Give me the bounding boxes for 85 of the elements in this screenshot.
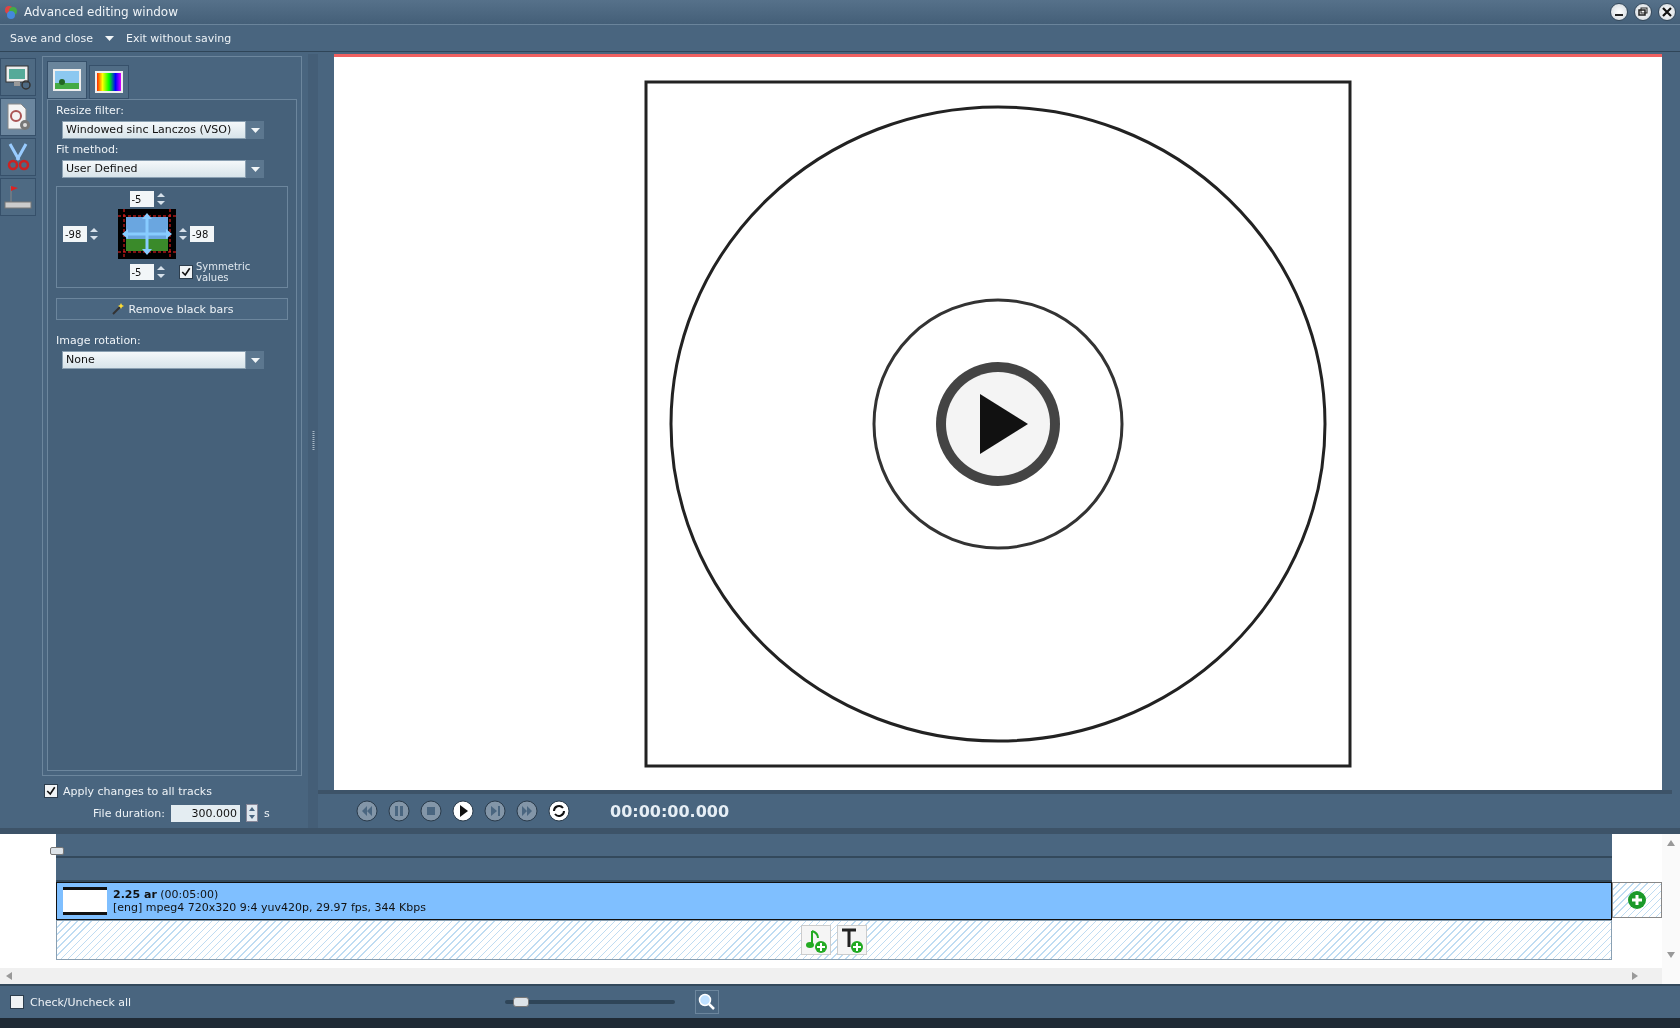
play-button[interactable] <box>450 798 476 824</box>
track-info: [eng] mpeg4 720x320 9:4 yuv420p, 29.97 fps, 344 Kbps <box>113 901 426 914</box>
menu-item[interactable]: Exit without saving <box>124 29 234 47</box>
restore-button[interactable] <box>1634 3 1652 21</box>
scroll-left-icon[interactable] <box>6 972 12 980</box>
dropdown-caret-icon <box>105 35 115 41</box>
zoom-button[interactable] <box>695 990 719 1014</box>
fast-forward-icon <box>515 799 539 823</box>
dropdown-arrow-icon <box>250 357 260 363</box>
document-gear-icon <box>4 102 32 132</box>
scroll-down-icon[interactable] <box>1667 952 1675 958</box>
field-label: Image rotation: <box>56 334 142 347</box>
dropdown-field[interactable]: None <box>62 351 246 369</box>
loop-button[interactable] <box>546 798 572 824</box>
dropdown-button[interactable] <box>246 160 264 178</box>
panel-tab[interactable] <box>89 65 129 99</box>
dropdown-button[interactable] <box>246 351 264 369</box>
rewind-icon <box>355 799 379 823</box>
dropdown-arrow-icon <box>250 166 260 172</box>
spinner-arrows-icon[interactable] <box>179 227 187 241</box>
minimize-icon <box>1615 14 1623 16</box>
side-tab[interactable] <box>0 98 36 136</box>
dropdown-button[interactable] <box>246 121 264 139</box>
side-tab[interactable] <box>0 58 36 96</box>
dropdown-field[interactable]: Windowed sinc Lanczos (VSO) <box>62 121 246 139</box>
scroll-right-icon[interactable] <box>1632 972 1638 980</box>
crop-right-field[interactable]: -98 <box>190 226 214 242</box>
add-audio-button[interactable] <box>801 925 831 955</box>
scissors-icon <box>5 142 31 172</box>
minimize-button[interactable] <box>1610 3 1628 21</box>
skip-next-icon <box>483 799 507 823</box>
side-tab[interactable] <box>0 138 36 176</box>
pause-icon <box>387 799 411 823</box>
magic-wand-icon <box>110 302 125 316</box>
time-display: 00:00:00.000 <box>610 801 730 821</box>
panel-tab[interactable] <box>47 61 87 99</box>
unit-label: s <box>263 806 270 820</box>
add-button[interactable] <box>1612 882 1662 918</box>
monitor-icon <box>4 63 32 91</box>
magnifier-icon <box>698 993 716 1011</box>
zoom-slider[interactable] <box>505 1000 675 1004</box>
text-plus-icon <box>840 927 864 953</box>
music-note-plus-icon <box>804 927 828 953</box>
checkbox-label: Check/Uncheck all <box>30 995 132 1009</box>
bar-removal-button[interactable]: Remove black bars <box>56 298 288 320</box>
slider-thumb[interactable] <box>512 997 529 1007</box>
window-title: Advanced editing window <box>24 5 180 19</box>
dropdown-field[interactable]: User Defined <box>62 160 246 178</box>
scroll-up-icon[interactable] <box>1667 840 1675 846</box>
spinner-arrows-icon[interactable] <box>245 804 258 822</box>
dropdown-arrow-icon <box>250 127 260 133</box>
spinner-arrows-icon[interactable] <box>156 192 165 206</box>
field-label: Resize filter: <box>56 104 125 117</box>
video-track[interactable]: 2.25 ar (00:05:00) [eng] mpeg4 720x320 9:4 yuv420p, 29.97 fps, 344 Kbps <box>56 882 1612 920</box>
video-thumbnail <box>63 887 107 915</box>
playhead-handle[interactable] <box>50 847 64 855</box>
checkbox-label: Symmetric values <box>196 261 252 283</box>
apply-all-checkbox[interactable] <box>44 784 58 798</box>
checkbox-label: Apply changes to all tracks <box>63 784 212 798</box>
crop-left-field[interactable]: -98 <box>63 226 87 242</box>
crop-bottom-field[interactable]: -5 <box>129 264 154 280</box>
plus-icon <box>1627 890 1647 910</box>
track-title: 2.25 ar (00:05:00) <box>113 888 220 901</box>
symmetric-checkbox[interactable] <box>179 265 193 279</box>
check-all-checkbox[interactable] <box>10 995 24 1009</box>
splitter-grip-icon[interactable] <box>311 431 315 451</box>
add-subtitle-button[interactable] <box>837 925 867 955</box>
close-button[interactable] <box>1658 3 1676 21</box>
menu-item[interactable]: Save and close <box>8 29 96 47</box>
duration-field[interactable]: 300.000 <box>170 804 240 822</box>
spinner-arrows-icon[interactable] <box>156 265 165 279</box>
field-label: Fit method: <box>56 143 120 156</box>
crop-preview-icon <box>118 209 176 259</box>
side-tab[interactable] <box>0 178 36 216</box>
picture-icon <box>53 68 81 92</box>
crop-top-field[interactable]: -5 <box>129 191 154 207</box>
color-bars-icon <box>95 70 123 94</box>
stop-icon <box>419 799 443 823</box>
loop-icon <box>547 799 571 823</box>
restore-icon <box>1638 7 1648 17</box>
spinner-arrows-icon[interactable] <box>90 227 98 241</box>
close-icon <box>1662 7 1672 17</box>
field-label: File duration: <box>93 806 165 820</box>
app-logo-icon <box>4 5 18 19</box>
play-icon <box>451 799 475 823</box>
